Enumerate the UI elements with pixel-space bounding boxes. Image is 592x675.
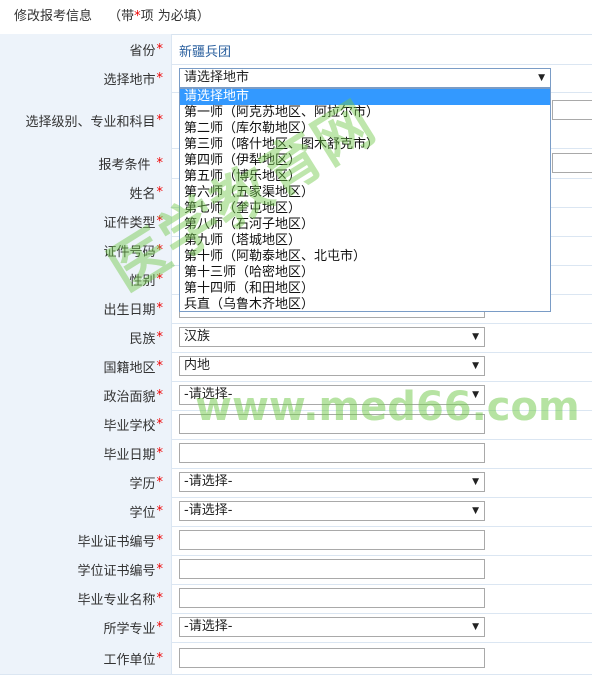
work-input[interactable]	[179, 648, 485, 668]
birth-label: 出生日期	[103, 303, 156, 318]
idnum-label: 证件号码	[103, 245, 156, 260]
row-school: 毕业学校 *	[0, 410, 592, 440]
row-studymajor: 所学专业 * -请选择- ▼	[0, 613, 592, 643]
row-education: 学历 * -请选择- ▼	[0, 468, 592, 498]
political-label: 政治面貌	[103, 390, 156, 405]
row-diplomano: 毕业证书编号 *	[0, 526, 592, 556]
row-graddate: 毕业日期 *	[0, 439, 592, 469]
condition-label: 报考条件	[98, 157, 151, 173]
chevron-down-icon: ▼	[472, 622, 479, 632]
political-select[interactable]: -请选择- ▼	[179, 385, 485, 405]
degreeno-label: 学位证书编号	[77, 564, 156, 579]
region-select[interactable]: 内地 ▼	[179, 356, 485, 376]
nation-label: 民族	[129, 332, 156, 347]
major-input[interactable]	[179, 588, 485, 608]
city-label: 选择地市	[103, 72, 156, 88]
row-major: 毕业专业名称 *	[0, 584, 592, 614]
page-header: 修改报考信息 （带*项 为必填）	[0, 0, 592, 35]
studymajor-select[interactable]: -请选择- ▼	[179, 617, 485, 637]
chevron-down-icon: ▼	[472, 506, 479, 516]
page-title: 修改报考信息	[14, 9, 93, 24]
city-option[interactable]: 第十师（阿勒泰地区、北屯市）	[180, 249, 550, 265]
row-nation: 民族 * 汉族 ▼	[0, 323, 592, 353]
city-option[interactable]: 第八师（石河子地区）	[180, 217, 550, 233]
degree-select[interactable]: -请选择- ▼	[179, 501, 485, 521]
row-work: 工作单位 *	[0, 642, 592, 675]
city-option[interactable]: 第九师（塔城地区）	[180, 233, 550, 249]
city-option[interactable]: 第一师（阿克苏地区、阿拉尔市）	[180, 105, 550, 121]
row-region: 国籍地区 * 内地 ▼	[0, 352, 592, 382]
city-option[interactable]: 兵直（乌鲁木齐地区）	[180, 297, 550, 313]
city-select[interactable]: 请选择地市 ▼	[179, 68, 551, 88]
name-label: 姓名	[129, 187, 156, 202]
chevron-down-icon: ▼	[472, 361, 479, 371]
degreeno-input[interactable]	[179, 559, 485, 579]
city-option[interactable]: 第十四师（和田地区）	[180, 281, 550, 297]
idtype-label: 证件类型	[103, 216, 156, 231]
chevron-down-icon: ▼	[472, 332, 479, 342]
education-label: 学历	[129, 477, 156, 492]
level-label: 选择级别、专业和科目	[25, 114, 156, 130]
major-label: 毕业专业名称	[77, 593, 156, 608]
city-option[interactable]: 第四师（伊犁地区）	[180, 153, 550, 169]
chevron-down-icon: ▼	[538, 73, 545, 83]
region-label: 国籍地区	[103, 361, 156, 376]
school-input[interactable]	[179, 414, 485, 434]
city-option[interactable]: 请选择地市	[180, 89, 550, 105]
studymajor-label: 所学专业	[103, 622, 156, 637]
row-degree: 学位 * -请选择- ▼	[0, 497, 592, 527]
school-label: 毕业学校	[103, 419, 156, 434]
city-option[interactable]: 第七师（奎屯地区）	[180, 201, 550, 217]
graddate-input[interactable]	[179, 443, 485, 463]
row-degreeno: 学位证书编号 *	[0, 555, 592, 585]
province-value: 新疆兵团	[179, 45, 232, 60]
work-label: 工作单位	[103, 652, 156, 668]
chevron-down-icon: ▼	[472, 477, 479, 487]
city-option[interactable]: 第五师（博乐地区）	[180, 169, 550, 185]
chevron-down-icon: ▼	[472, 390, 479, 400]
row-province: 省份 * 新疆兵团	[0, 34, 592, 65]
nation-select[interactable]: 汉族 ▼	[179, 327, 485, 347]
city-option[interactable]: 第六师（五家渠地区）	[180, 185, 550, 201]
city-option[interactable]: 第十三师（哈密地区）	[180, 265, 550, 281]
degree-label: 学位	[129, 506, 156, 521]
province-label: 省份	[129, 43, 156, 59]
city-option[interactable]: 第二师（库尔勒地区）	[180, 121, 550, 137]
row-political: 政治面貌 * -请选择- ▼	[0, 381, 592, 411]
education-select[interactable]: -请选择- ▼	[179, 472, 485, 492]
level-select-partial[interactable]	[552, 100, 592, 120]
header-note: （带*项 为必填）	[108, 9, 210, 24]
graddate-label: 毕业日期	[103, 448, 156, 463]
city-option[interactable]: 第三师（喀什地区、图木舒克市）	[180, 137, 550, 153]
condition-select-partial[interactable]	[552, 153, 592, 173]
gender-label: 性别	[129, 274, 156, 289]
diplomano-input[interactable]	[179, 530, 485, 550]
diplomano-label: 毕业证书编号	[77, 535, 156, 550]
city-dropdown-list: 请选择地市 第一师（阿克苏地区、阿拉尔市） 第二师（库尔勒地区） 第三师（喀什地…	[179, 88, 551, 312]
